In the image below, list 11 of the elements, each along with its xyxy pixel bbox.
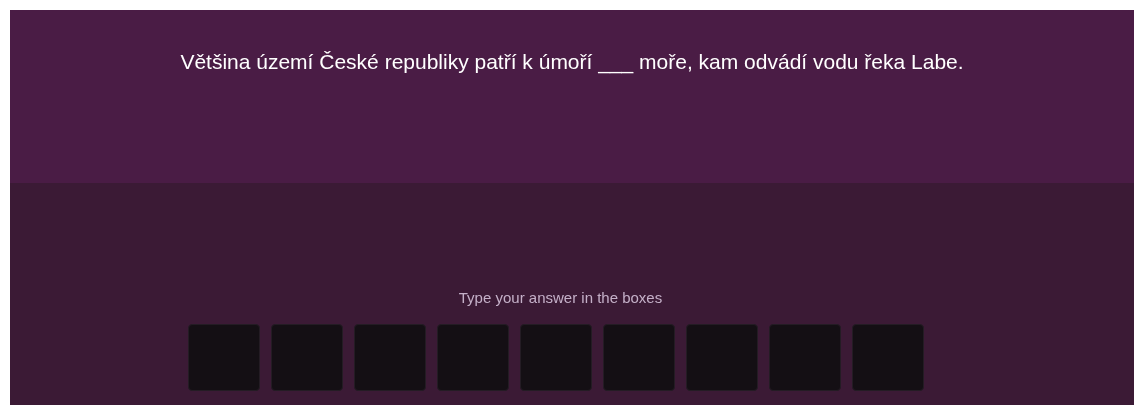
answer-hint: Type your answer in the boxes — [458, 288, 663, 308]
letter-box[interactable] — [769, 323, 841, 391]
letter-box[interactable] — [188, 323, 260, 391]
letter-box[interactable] — [686, 323, 758, 391]
letter-box[interactable] — [852, 323, 924, 391]
letter-box[interactable] — [603, 323, 675, 391]
letter-box[interactable] — [520, 323, 592, 391]
letter-box[interactable] — [271, 323, 343, 391]
question-text: Většina území České republiky patří k úmoří ___ moře, kam odvádí vodu řeka Labe. — [180, 49, 964, 76]
letter-box[interactable] — [354, 323, 426, 391]
letter-box[interactable] — [437, 323, 509, 391]
